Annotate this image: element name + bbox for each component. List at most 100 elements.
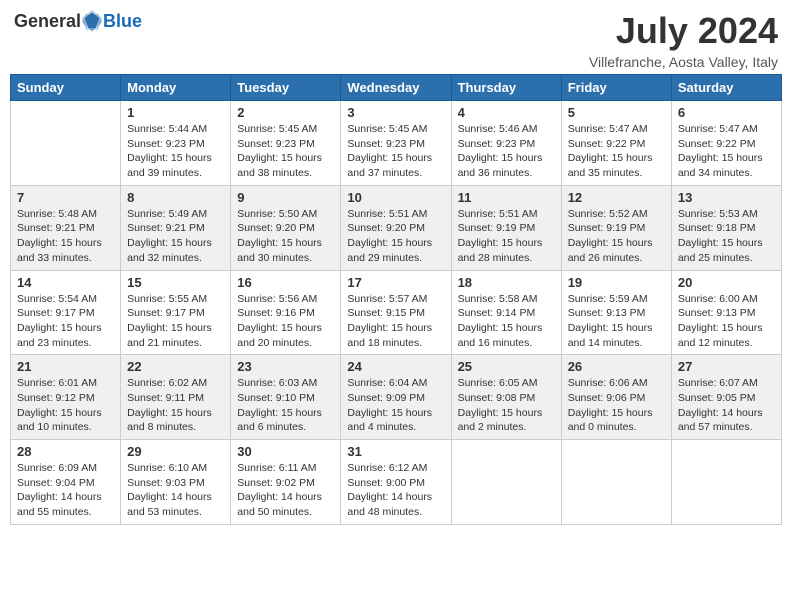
day-info: Sunrise: 6:11 AM Sunset: 9:02 PM Dayligh… [237, 461, 334, 520]
day-info: Sunrise: 5:44 AM Sunset: 9:23 PM Dayligh… [127, 122, 224, 181]
weekday-header: Saturday [671, 75, 781, 101]
calendar-cell: 24Sunrise: 6:04 AM Sunset: 9:09 PM Dayli… [341, 355, 451, 440]
day-number: 10 [347, 190, 444, 205]
logo-blue-text: Blue [103, 11, 142, 32]
location-text: Villefranche, Aosta Valley, Italy [589, 54, 778, 70]
calendar-cell: 4 Sunrise: 5:46 AM Sunset: 9:23 PM Daylig… [451, 101, 561, 186]
calendar-cell: 28 Sunrise: 6:09 AM Sunset: 9:04 PM Dayli… [11, 440, 121, 525]
title-section: July 2024 Villefranche, Aosta Valley, It… [589, 10, 778, 70]
calendar-cell: 19 Sunrise: 5:59 AM Sunset: 9:13 PM Dayli… [561, 270, 671, 355]
day-number: 12 [568, 190, 665, 205]
day-number: 30 [237, 444, 334, 459]
calendar-cell: 17 Sunrise: 5:57 AM Sunset: 9:15 PM Dayli… [341, 270, 451, 355]
day-number: 18 [458, 275, 555, 290]
logo-icon [82, 10, 102, 32]
calendar-week-row: 1 Sunrise: 5:44 AM Sunset: 9:23 PM Daylig… [11, 101, 782, 186]
day-number: 13 [678, 190, 775, 205]
day-info: Sunrise: 5:55 AM Sunset: 9:17 PM Dayligh… [127, 292, 224, 351]
calendar-cell: 31 Sunrise: 6:12 AM Sunset: 9:00 PM Dayli… [341, 440, 451, 525]
day-number: 7 [17, 190, 114, 205]
calendar-cell: 8 Sunrise: 5:49 AM Sunset: 9:21 PM Daylig… [121, 185, 231, 270]
calendar-cell: 29 Sunrise: 6:10 AM Sunset: 9:03 PM Dayli… [121, 440, 231, 525]
calendar-cell [561, 440, 671, 525]
day-info: Sunrise: 6:07 AM Sunset: 9:05 PM Dayligh… [678, 376, 775, 435]
day-number: 11 [458, 190, 555, 205]
day-number: 3 [347, 105, 444, 120]
calendar-cell: 2 Sunrise: 5:45 AM Sunset: 9:23 PM Daylig… [231, 101, 341, 186]
calendar-cell [451, 440, 561, 525]
day-number: 17 [347, 275, 444, 290]
calendar-cell: 1 Sunrise: 5:44 AM Sunset: 9:23 PM Daylig… [121, 101, 231, 186]
weekday-header: Friday [561, 75, 671, 101]
day-info: Sunrise: 6:02 AM Sunset: 9:11 PM Dayligh… [127, 376, 224, 435]
day-number: 9 [237, 190, 334, 205]
day-number: 15 [127, 275, 224, 290]
day-info: Sunrise: 5:46 AM Sunset: 9:23 PM Dayligh… [458, 122, 555, 181]
day-info: Sunrise: 5:54 AM Sunset: 9:17 PM Dayligh… [17, 292, 114, 351]
day-number: 20 [678, 275, 775, 290]
day-info: Sunrise: 5:53 AM Sunset: 9:18 PM Dayligh… [678, 207, 775, 266]
day-info: Sunrise: 5:50 AM Sunset: 9:20 PM Dayligh… [237, 207, 334, 266]
calendar-cell [11, 101, 121, 186]
day-number: 31 [347, 444, 444, 459]
day-info: Sunrise: 6:06 AM Sunset: 9:06 PM Dayligh… [568, 376, 665, 435]
day-info: Sunrise: 6:12 AM Sunset: 9:00 PM Dayligh… [347, 461, 444, 520]
month-year-title: July 2024 [589, 10, 778, 52]
calendar-cell [671, 440, 781, 525]
day-number: 8 [127, 190, 224, 205]
calendar-cell: 5 Sunrise: 5:47 AM Sunset: 9:22 PM Daylig… [561, 101, 671, 186]
day-number: 26 [568, 359, 665, 374]
calendar-cell: 21Sunrise: 6:01 AM Sunset: 9:12 PM Dayli… [11, 355, 121, 440]
day-info: Sunrise: 5:51 AM Sunset: 9:19 PM Dayligh… [458, 207, 555, 266]
day-number: 29 [127, 444, 224, 459]
day-info: Sunrise: 5:58 AM Sunset: 9:14 PM Dayligh… [458, 292, 555, 351]
day-number: 19 [568, 275, 665, 290]
calendar-header-row: SundayMondayTuesdayWednesdayThursdayFrid… [11, 75, 782, 101]
day-info: Sunrise: 5:48 AM Sunset: 9:21 PM Dayligh… [17, 207, 114, 266]
calendar-cell: 11 Sunrise: 5:51 AM Sunset: 9:19 PM Dayli… [451, 185, 561, 270]
calendar-cell: 26 Sunrise: 6:06 AM Sunset: 9:06 PM Dayli… [561, 355, 671, 440]
calendar-cell: 14Sunrise: 5:54 AM Sunset: 9:17 PM Dayli… [11, 270, 121, 355]
page-header: General Blue July 2024 Villefranche, Aos… [10, 10, 782, 70]
calendar-cell: 23 Sunrise: 6:03 AM Sunset: 9:10 PM Dayli… [231, 355, 341, 440]
day-number: 6 [678, 105, 775, 120]
day-info: Sunrise: 5:59 AM Sunset: 9:13 PM Dayligh… [568, 292, 665, 351]
day-info: Sunrise: 5:57 AM Sunset: 9:15 PM Dayligh… [347, 292, 444, 351]
weekday-header: Monday [121, 75, 231, 101]
calendar-week-row: 7 Sunrise: 5:48 AM Sunset: 9:21 PM Daylig… [11, 185, 782, 270]
day-number: 25 [458, 359, 555, 374]
calendar-week-row: 28 Sunrise: 6:09 AM Sunset: 9:04 PM Dayli… [11, 440, 782, 525]
day-number: 28 [17, 444, 114, 459]
calendar-cell: 25Sunrise: 6:05 AM Sunset: 9:08 PM Dayli… [451, 355, 561, 440]
weekday-header: Tuesday [231, 75, 341, 101]
day-number: 5 [568, 105, 665, 120]
day-number: 23 [237, 359, 334, 374]
day-info: Sunrise: 5:47 AM Sunset: 9:22 PM Dayligh… [678, 122, 775, 181]
day-info: Sunrise: 6:00 AM Sunset: 9:13 PM Dayligh… [678, 292, 775, 351]
calendar-cell: 18 Sunrise: 5:58 AM Sunset: 9:14 PM Dayli… [451, 270, 561, 355]
calendar-cell: 15 Sunrise: 5:55 AM Sunset: 9:17 PM Dayli… [121, 270, 231, 355]
day-info: Sunrise: 6:03 AM Sunset: 9:10 PM Dayligh… [237, 376, 334, 435]
day-number: 4 [458, 105, 555, 120]
calendar-cell: 30 Sunrise: 6:11 AM Sunset: 9:02 PM Dayli… [231, 440, 341, 525]
calendar-cell: 9 Sunrise: 5:50 AM Sunset: 9:20 PM Daylig… [231, 185, 341, 270]
day-number: 1 [127, 105, 224, 120]
day-info: Sunrise: 5:45 AM Sunset: 9:23 PM Dayligh… [237, 122, 334, 181]
day-number: 27 [678, 359, 775, 374]
day-info: Sunrise: 5:51 AM Sunset: 9:20 PM Dayligh… [347, 207, 444, 266]
weekday-header: Wednesday [341, 75, 451, 101]
logo-general-text: General [14, 11, 81, 32]
calendar-cell: 12 Sunrise: 5:52 AM Sunset: 9:19 PM Dayli… [561, 185, 671, 270]
weekday-header: Sunday [11, 75, 121, 101]
day-number: 2 [237, 105, 334, 120]
day-info: Sunrise: 6:09 AM Sunset: 9:04 PM Dayligh… [17, 461, 114, 520]
calendar-cell: 6 Sunrise: 5:47 AM Sunset: 9:22 PM Daylig… [671, 101, 781, 186]
day-info: Sunrise: 5:52 AM Sunset: 9:19 PM Dayligh… [568, 207, 665, 266]
day-info: Sunrise: 5:47 AM Sunset: 9:22 PM Dayligh… [568, 122, 665, 181]
calendar-cell: 3Sunrise: 5:45 AM Sunset: 9:23 PM Daylig… [341, 101, 451, 186]
calendar-cell: 13 Sunrise: 5:53 AM Sunset: 9:18 PM Dayli… [671, 185, 781, 270]
day-info: Sunrise: 5:49 AM Sunset: 9:21 PM Dayligh… [127, 207, 224, 266]
day-info: Sunrise: 6:10 AM Sunset: 9:03 PM Dayligh… [127, 461, 224, 520]
day-info: Sunrise: 6:04 AM Sunset: 9:09 PM Dayligh… [347, 376, 444, 435]
calendar-table: SundayMondayTuesdayWednesdayThursdayFrid… [10, 74, 782, 525]
